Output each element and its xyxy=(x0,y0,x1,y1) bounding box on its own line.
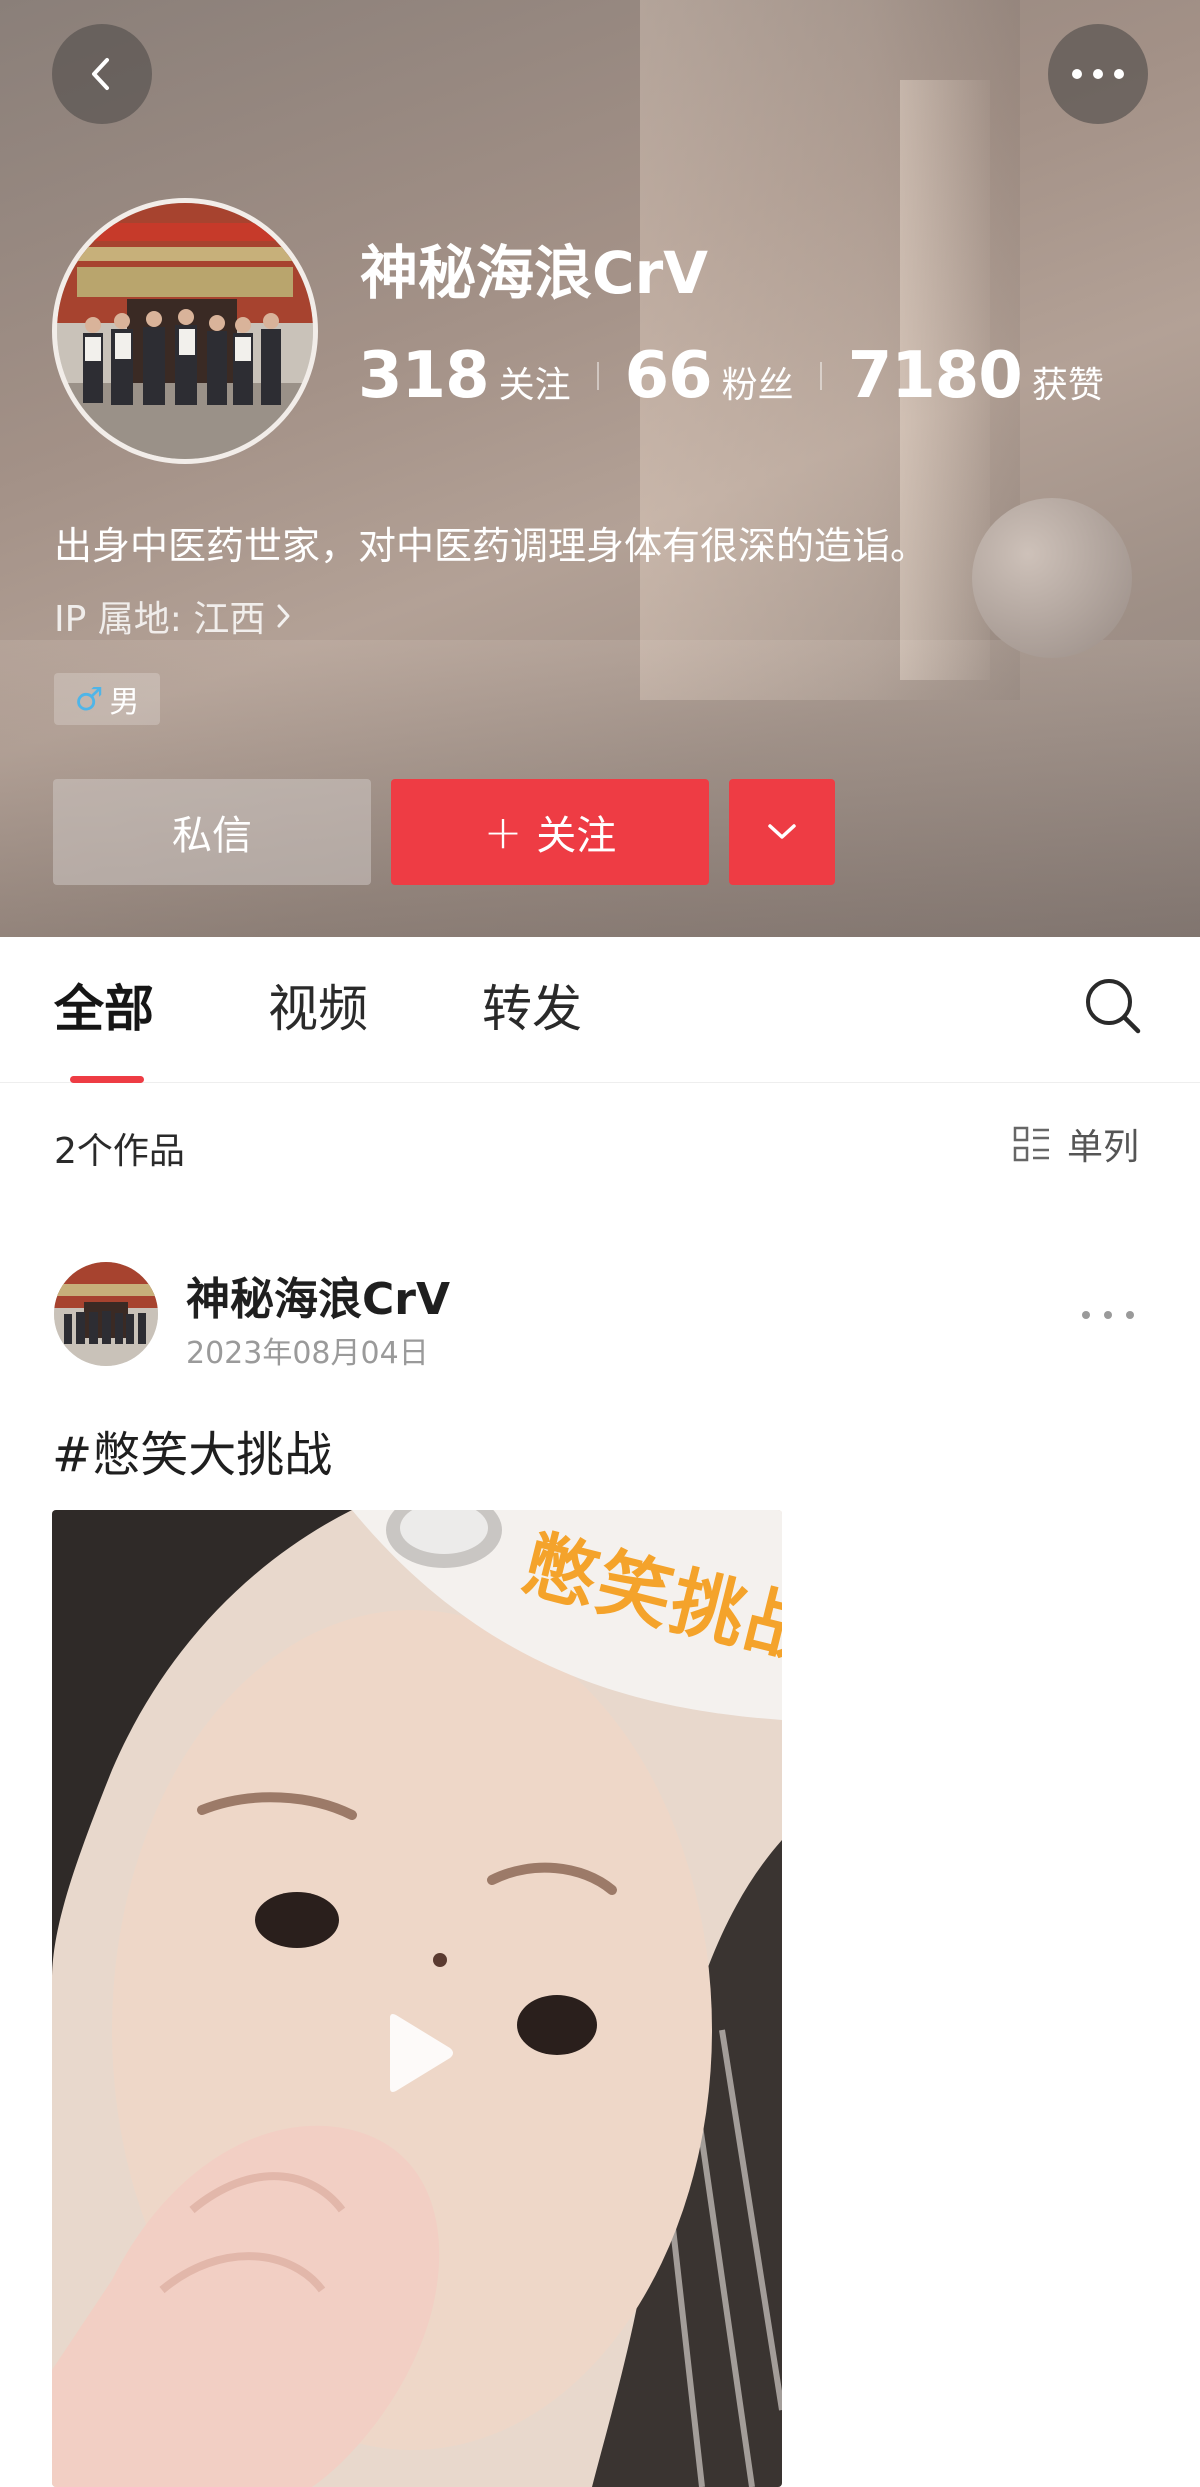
profile-stats: 318 关注 66 粉丝 7180 获赞 xyxy=(358,336,1104,416)
view-mode-toggle[interactable]: 单列 xyxy=(1013,1118,1139,1170)
stat-following[interactable]: 318 关注 xyxy=(358,339,571,413)
chevron-down-icon xyxy=(768,824,796,839)
stat-followers-count: 66 xyxy=(624,339,713,413)
search-icon[interactable] xyxy=(1083,976,1143,1036)
male-icon: ♂ xyxy=(74,680,104,718)
content-tabs: 全部 视频 转发 xyxy=(0,937,1200,1083)
chevron-left-icon xyxy=(92,58,109,90)
list-view-icon xyxy=(1013,1126,1049,1162)
post-author-avatar[interactable] xyxy=(54,1262,158,1366)
follow-button-label: 关注 xyxy=(536,813,617,859)
stat-followers-label: 粉丝 xyxy=(721,365,794,406)
ip-location[interactable]: IP 属地: 江西 xyxy=(54,590,293,642)
stat-likes[interactable]: 7180 获赞 xyxy=(848,339,1104,413)
profile-avatar[interactable] xyxy=(52,198,318,464)
works-count: 2个作品 xyxy=(54,1131,185,1172)
back-button[interactable] xyxy=(52,24,152,124)
stat-likes-count: 7180 xyxy=(847,339,1023,413)
profile-bio: 出身中医药世家，对中医药调理身体有很深的造诣。 xyxy=(54,524,929,568)
stat-following-label: 关注 xyxy=(498,365,571,406)
more-horizontal-icon[interactable] xyxy=(1078,1300,1138,1330)
post-author-name[interactable]: 神秘海浪CrV xyxy=(186,1263,450,1327)
message-button[interactable]: 私信 xyxy=(53,779,371,885)
gender-label: 男 xyxy=(109,685,140,720)
more-options-button[interactable] xyxy=(1048,24,1148,124)
follow-dropdown-button[interactable] xyxy=(729,779,835,885)
follow-button[interactable]: + 关注 xyxy=(391,779,709,885)
gender-tag: ♂ 男 xyxy=(54,673,160,725)
tab-all[interactable]: 全部 xyxy=(54,969,154,1041)
stat-following-count: 318 xyxy=(358,339,490,413)
more-horizontal-icon xyxy=(1072,69,1124,79)
message-button-label: 私信 xyxy=(172,813,252,859)
post-text: #憋笑大挑战 xyxy=(52,1427,333,1483)
tab-videos[interactable]: 视频 xyxy=(268,969,368,1041)
ip-location-label: IP 属地: 江西 xyxy=(54,599,266,640)
stat-likes-label: 获赞 xyxy=(1031,365,1104,406)
background-sphere xyxy=(972,498,1132,658)
active-tab-indicator xyxy=(70,1076,144,1083)
stat-followers[interactable]: 66 粉丝 xyxy=(625,339,794,413)
view-mode-label: 单列 xyxy=(1067,1127,1140,1168)
post-date: 2023年08月04日 xyxy=(186,1336,429,1371)
video-thumbnail[interactable]: 憋笑挑战 xyxy=(52,1510,782,2487)
tab-reposts[interactable]: 转发 xyxy=(482,969,582,1041)
profile-header: 神秘海浪CrV 318 关注 66 粉丝 7180 获赞 出身中医药世家，对中医… xyxy=(0,0,1200,937)
plus-icon: + xyxy=(483,805,523,859)
chevron-right-icon xyxy=(277,604,290,628)
stat-divider xyxy=(596,362,599,390)
stat-divider xyxy=(819,362,822,390)
profile-username: 神秘海浪CrV xyxy=(360,239,709,307)
play-icon[interactable] xyxy=(380,2010,456,2096)
